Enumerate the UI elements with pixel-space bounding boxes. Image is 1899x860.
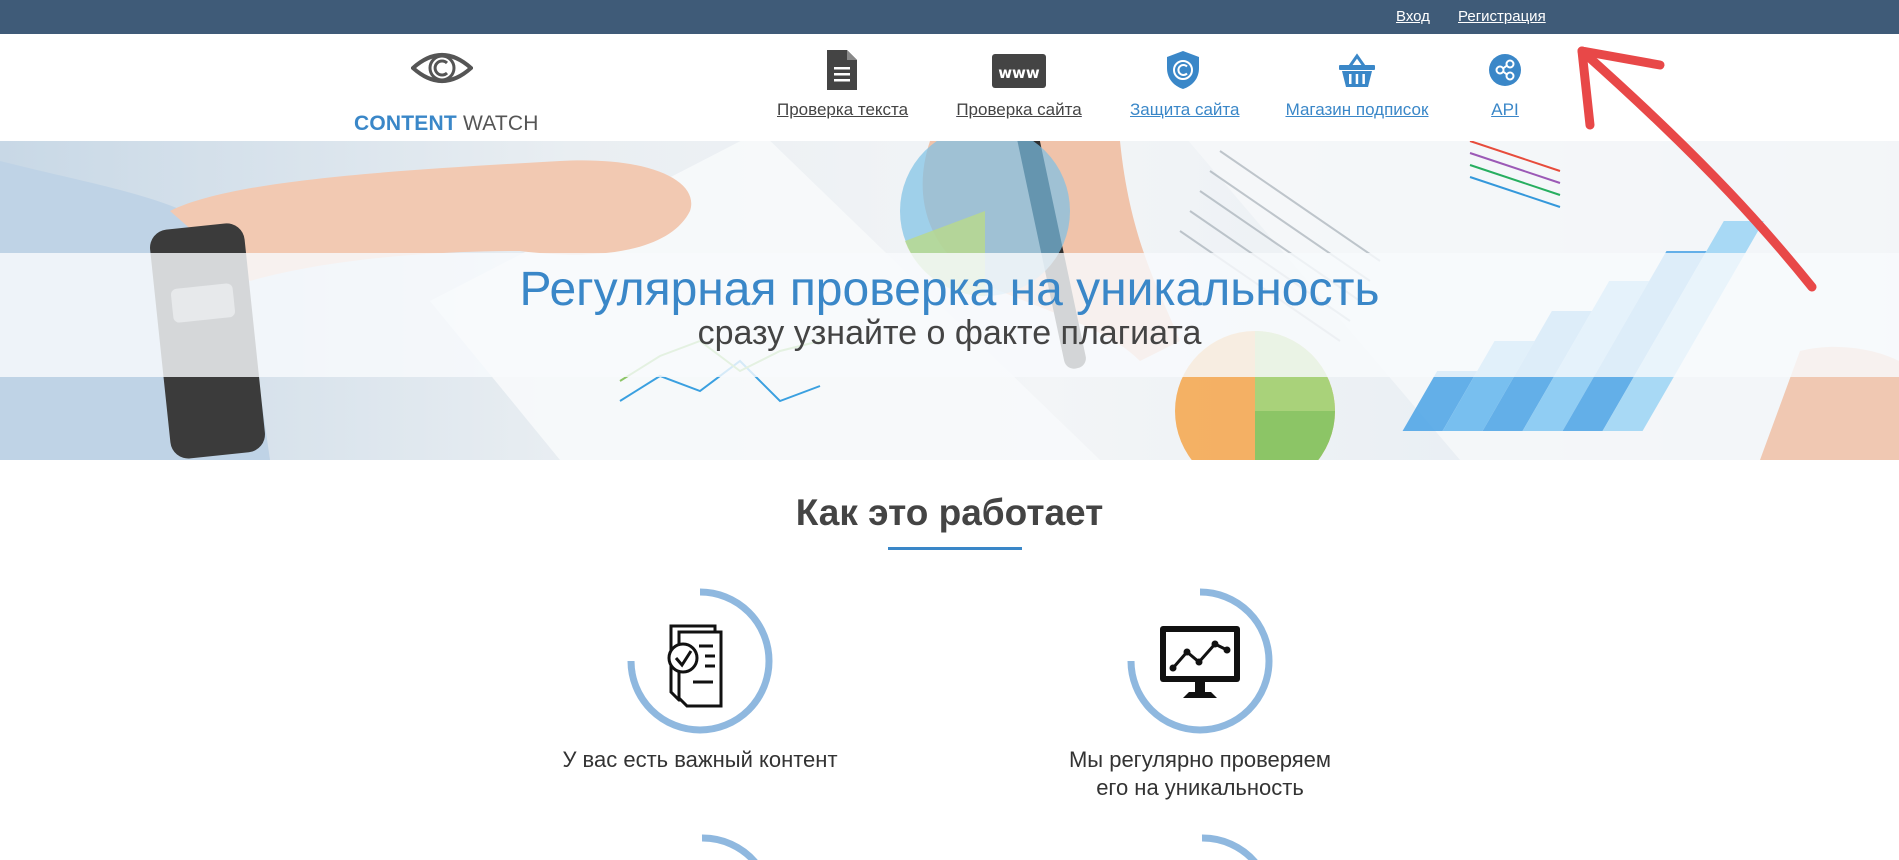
nav-text-check[interactable]: Проверка текста xyxy=(777,50,909,120)
document-check-icon xyxy=(627,588,773,734)
hero-subtitle: сразу узнайте о факте плагиата xyxy=(697,314,1202,352)
document-icon xyxy=(827,50,857,90)
basket-icon xyxy=(1339,53,1375,87)
section-underline xyxy=(888,547,1022,550)
svg-text:www: www xyxy=(998,64,1040,82)
nav-label: Проверка текста xyxy=(777,100,909,119)
section-title: Как это работает xyxy=(795,492,1104,533)
step-text-line: его на уникальность xyxy=(1096,775,1304,800)
step-ring-partial xyxy=(1201,834,1258,860)
step-ring-partial xyxy=(701,834,758,860)
nav-label: API xyxy=(1491,100,1519,119)
logo-word-content: CONTENT xyxy=(354,112,457,135)
eye-logo-icon xyxy=(411,53,473,83)
step-text: Мы регулярно проверяем его на уникальнос… xyxy=(1000,746,1400,802)
nav-subscription-shop[interactable]: Магазин подписок xyxy=(1282,50,1432,120)
nav-site-check[interactable]: www Проверка сайта xyxy=(956,50,1082,120)
top-bar: Вход Регистрация xyxy=(0,0,1899,34)
nav-label: Проверка сайта xyxy=(956,100,1082,119)
logo[interactable]: CONTENT WATCH xyxy=(354,48,538,135)
logo-word-watch: WATCH xyxy=(462,112,539,135)
logo-text: CONTENT WATCH xyxy=(354,112,539,136)
nav-label: Магазин подписок xyxy=(1285,100,1429,119)
annotation-arrow xyxy=(1577,46,1817,292)
register-link[interactable]: Регистрация xyxy=(1458,8,1546,25)
share-icon xyxy=(1489,54,1521,86)
step-item: У вас есть важный контент xyxy=(500,588,900,774)
nav-label: Защита сайта xyxy=(1130,100,1240,119)
nav-api[interactable]: API xyxy=(1486,50,1524,120)
login-link[interactable]: Вход xyxy=(1396,8,1430,25)
step-item: Мы регулярно проверяем его на уникальнос… xyxy=(1000,588,1400,802)
step-text: У вас есть важный контент xyxy=(562,747,838,772)
www-icon: www xyxy=(992,54,1046,88)
monitor-chart-icon xyxy=(1127,588,1273,734)
nav-site-protection[interactable]: Защита сайта xyxy=(1130,50,1240,120)
step-text-line: Мы регулярно проверяем xyxy=(1068,747,1332,772)
shield-copyright-icon xyxy=(1166,51,1199,89)
